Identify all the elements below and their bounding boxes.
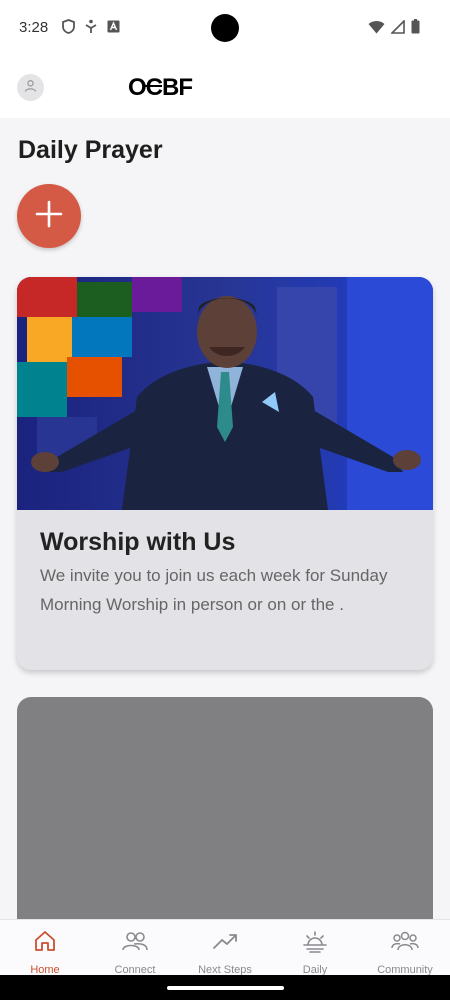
status-time: 3:28 <box>19 19 49 36</box>
card-title: Worship with Us <box>40 528 236 556</box>
signal-icon <box>390 18 405 39</box>
nav-item-connect[interactable]: Connect <box>90 920 180 976</box>
app-header: OCBF <box>0 58 450 118</box>
nav-item-daily[interactable]: Daily <box>270 920 360 976</box>
nav-item-next-steps[interactable]: Next Steps <box>180 920 270 976</box>
people-icon <box>122 929 148 958</box>
nav-item-home[interactable]: Home <box>0 920 90 976</box>
home-gesture-bar[interactable] <box>167 986 284 990</box>
camera-cutout <box>211 14 239 42</box>
card-image <box>17 277 433 510</box>
user-icon <box>24 79 37 97</box>
worship-card[interactable]: Worship with Us We invite you to join us… <box>17 277 433 670</box>
nav-item-community[interactable]: Community <box>360 920 450 976</box>
card-description: We invite you to join us each week for S… <box>40 566 388 614</box>
add-prayer-button[interactable] <box>17 184 81 248</box>
placeholder-card[interactable] <box>17 697 433 937</box>
page-title: Daily Prayer <box>18 136 163 164</box>
home-icon <box>33 929 57 958</box>
bottom-nav: Home Connect Next Steps Daily Community <box>0 919 450 976</box>
wifi-icon <box>368 20 385 39</box>
status-icons-left <box>62 19 120 39</box>
plus-icon <box>34 199 64 234</box>
battery-icon <box>411 19 420 39</box>
card-body: Worship with Us We invite you to join us… <box>17 510 433 619</box>
sunrise-icon <box>302 929 328 958</box>
app-screen: 3:28 OCBF Daily Prayer Worship with Us W… <box>0 0 450 1000</box>
a-box-icon <box>107 20 120 38</box>
accessibility-icon <box>85 19 97 39</box>
shield-icon <box>62 19 75 39</box>
trending-up-icon <box>212 929 238 958</box>
pastor-photo <box>17 277 433 510</box>
avatar[interactable] <box>17 74 44 101</box>
status-bar: 3:28 <box>0 0 450 58</box>
church-logo: OCBF <box>128 74 196 106</box>
community-icon <box>391 929 419 958</box>
status-icons-right <box>368 18 420 39</box>
gesture-area <box>0 975 450 1000</box>
